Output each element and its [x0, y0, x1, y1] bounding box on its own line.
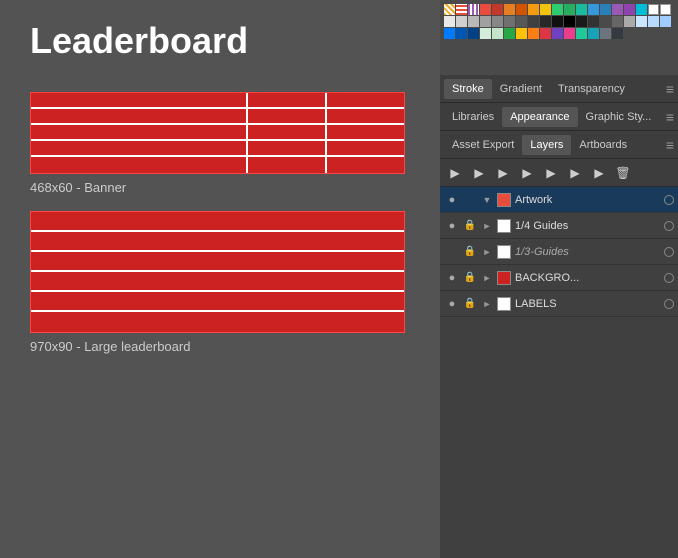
layer-name-labels: LABELS [515, 298, 664, 310]
banner-small-label: 468x60 - Banner [30, 180, 410, 195]
layer-settings-icon[interactable]: ▶ [518, 164, 536, 182]
tab-transparency[interactable]: Transparency [550, 79, 633, 99]
expand-icon-labels[interactable]: ► [480, 297, 494, 311]
panel-menu-icon-1[interactable]: ≡ [666, 81, 674, 97]
ungroup-icon[interactable]: ▶ [590, 164, 608, 182]
banner-small [30, 92, 405, 174]
tab-row-layers: Asset Export Layers Artboards ≡ [440, 131, 678, 159]
target-circle-labels[interactable] [664, 299, 674, 309]
layer-row-labels[interactable]: ● 🔒 ► LABELS [440, 291, 678, 317]
layers-toolbar: ▶ ▶ ▶ ▶ ▶ ▶ ▶ 🗑 [440, 159, 678, 187]
layer-name-guides14: 1/4 Guides [515, 220, 664, 232]
panel-menu-icon-2[interactable]: ≡ [666, 109, 674, 125]
banner-large [30, 211, 405, 333]
locate-icon[interactable]: ▶ [446, 164, 464, 182]
tab-artboards[interactable]: Artboards [571, 135, 635, 155]
eye-icon-guides14[interactable]: ● [444, 218, 460, 234]
color-box-background [497, 271, 511, 285]
channel-icon[interactable]: ▶ [542, 164, 560, 182]
lock-icon-artwork[interactable] [462, 192, 478, 208]
expand-icon-guides13[interactable]: ► [480, 245, 494, 259]
new-layer-icon[interactable]: ▶ [470, 164, 488, 182]
tab-gradient[interactable]: Gradient [492, 79, 550, 99]
tab-appearance[interactable]: Appearance [502, 107, 577, 127]
lock-icon-background[interactable]: 🔒 [462, 270, 478, 286]
tab-graphic-styles[interactable]: Graphic Sty... [578, 107, 660, 127]
layer-row-artwork[interactable]: ● ▼ Artwork [440, 187, 678, 213]
layer-row-guides-14[interactable]: ● 🔒 ► 1/4 Guides [440, 213, 678, 239]
color-box-artwork [497, 193, 511, 207]
layers-panel: ● ▼ Artwork ● 🔒 ► 1/4 Guides 🔒 ► 1/3-Gui… [440, 187, 678, 558]
right-panel: Stroke Gradient Transparency ≡ Libraries… [440, 0, 678, 558]
eye-icon-guides13[interactable] [444, 244, 460, 260]
tab-row-appearance: Libraries Appearance Graphic Sty... ≡ [440, 103, 678, 131]
lock-icon-guides13[interactable]: 🔒 [462, 244, 478, 260]
tab-asset-export[interactable]: Asset Export [444, 135, 522, 155]
color-box-guides14 [497, 219, 511, 233]
left-panel: Leaderboard 468x60 - Banner [0, 0, 440, 558]
target-circle-background[interactable] [664, 273, 674, 283]
banner-large-label: 970x90 - Large leaderboard [30, 339, 410, 354]
swatch-grid [444, 4, 674, 39]
tab-libraries[interactable]: Libraries [444, 107, 502, 127]
layer-name-artwork: Artwork [515, 194, 664, 206]
page-title: Leaderboard [30, 20, 410, 62]
expand-icon-artwork[interactable]: ▼ [480, 193, 494, 207]
color-box-labels [497, 297, 511, 311]
delete-layer-icon[interactable]: 🗑 [614, 164, 632, 182]
tab-layers[interactable]: Layers [522, 135, 571, 155]
layer-name-background: BACKGRO... [515, 272, 664, 284]
lock-icon-labels[interactable]: 🔒 [462, 296, 478, 312]
eye-icon-background[interactable]: ● [444, 270, 460, 286]
group-icon[interactable]: ▶ [566, 164, 584, 182]
tab-row-stroke: Stroke Gradient Transparency ≡ [440, 75, 678, 103]
layer-row-guides-13[interactable]: 🔒 ► 1/3-Guides [440, 239, 678, 265]
layer-name-guides13: 1/3-Guides [515, 246, 664, 258]
eye-icon-artwork[interactable]: ● [444, 192, 460, 208]
layer-row-background[interactable]: ● 🔒 ► BACKGRO... [440, 265, 678, 291]
eye-icon-labels[interactable]: ● [444, 296, 460, 312]
lock-icon-guides14[interactable]: 🔒 [462, 218, 478, 234]
expand-icon-background[interactable]: ► [480, 271, 494, 285]
tab-stroke[interactable]: Stroke [444, 79, 492, 99]
color-box-guides13 [497, 245, 511, 259]
expand-icon-guides14[interactable]: ► [480, 219, 494, 233]
target-circle-guides14[interactable] [664, 221, 674, 231]
target-circle-guides13[interactable] [664, 247, 674, 257]
swatches-area [440, 0, 678, 75]
panel-menu-icon-3[interactable]: ≡ [666, 137, 674, 153]
layer-comp-icon[interactable]: ▶ [494, 164, 512, 182]
target-circle-artwork[interactable] [664, 195, 674, 205]
